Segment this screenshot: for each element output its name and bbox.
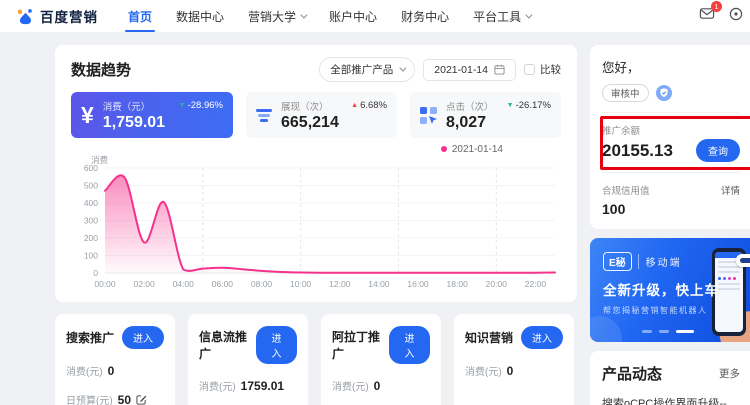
nav-item-data-center[interactable]: 数据中心 xyxy=(176,0,224,32)
svg-text:400: 400 xyxy=(84,198,98,208)
edit-budget-icon[interactable] xyxy=(136,394,147,405)
svg-text:14:00: 14:00 xyxy=(368,279,390,289)
nav-menu: 首页 数据中心 营销大学 账户中心 财务中心 平台工具 xyxy=(128,0,530,32)
promo-card-search: 搜索推广 进入 消费(元) 0 日预算(元) 50 xyxy=(55,314,175,405)
banner-title: 全新升级，快上车 xyxy=(603,279,719,299)
baidu-logo-icon xyxy=(16,7,35,26)
svg-text:04:00: 04:00 xyxy=(173,279,195,289)
notification-badge: 1 xyxy=(711,1,722,12)
account-card: 您好， 审核中 推广余额 20155.13 查询 合规信用 xyxy=(590,45,750,229)
divider xyxy=(602,112,740,113)
triangle-down-icon: ▼ xyxy=(507,102,514,109)
help-icon xyxy=(729,7,743,21)
triangle-down-icon: ▼ xyxy=(179,102,186,109)
svg-text:16:00: 16:00 xyxy=(407,279,429,289)
nav-item-account-center[interactable]: 账户中心 xyxy=(329,0,377,32)
svg-text:消费: 消费 xyxy=(91,155,109,165)
metric-card-impressions[interactable]: 展现（次） ▲ 6.68% 665,214 xyxy=(246,92,397,138)
nav-item-platform-tools[interactable]: 平台工具 xyxy=(473,0,530,32)
credit-details-link[interactable]: 详情 xyxy=(721,183,740,197)
delta-value: ▼ -26.17% xyxy=(507,100,551,111)
delta-value: ▲ 6.68% xyxy=(351,100,387,111)
legend-dot-icon xyxy=(441,146,447,152)
svg-text:500: 500 xyxy=(84,181,98,191)
banner-subtitle: 帮您揭秘营销智能机器人 xyxy=(603,305,719,316)
svg-text:10:00: 10:00 xyxy=(290,279,312,289)
compare-checkbox[interactable]: 比较 xyxy=(524,62,561,77)
impressions-bars-icon xyxy=(256,109,272,122)
nav-item-home[interactable]: 首页 xyxy=(128,0,152,32)
brand-logo[interactable]: 百度营销 xyxy=(16,6,98,26)
nav-item-finance-center[interactable]: 财务中心 xyxy=(401,0,449,32)
balance-value: 20155.13 xyxy=(602,141,673,161)
metric-card-clicks[interactable]: 点击（次） ▼ -26.17% 8,027 xyxy=(410,92,561,138)
yuan-icon: ¥ xyxy=(81,102,94,129)
news-item[interactable]: 搜索oCPC操作界面升级--全流量上线 搜索推广 2021.01.13 xyxy=(602,395,740,405)
promo-card-knowledge: 知识营销 进入 消费(元) 0 xyxy=(454,314,574,405)
enter-button[interactable]: 进入 xyxy=(122,326,164,349)
status-badge: 审核中 xyxy=(602,84,649,102)
product-news-card: 产品动态 更多 搜索oCPC操作界面升级--全流量上线 搜索推广 2021.01… xyxy=(590,351,750,405)
query-button[interactable]: 查询 xyxy=(696,139,740,162)
credit-value: 100 xyxy=(602,201,740,217)
banner-channel: 移动端 xyxy=(638,254,682,269)
svg-text:18:00: 18:00 xyxy=(447,279,469,289)
svg-text:00:00: 00:00 xyxy=(94,279,116,289)
news-title: 产品动态 xyxy=(602,363,662,384)
enter-button[interactable]: 进入 xyxy=(389,326,430,364)
nav-item-marketing-college[interactable]: 营销大学 xyxy=(248,0,305,32)
svg-text:20:00: 20:00 xyxy=(486,279,508,289)
messages-button[interactable]: 1 xyxy=(699,6,715,26)
balance-section: 推广余额 20155.13 查询 xyxy=(602,123,740,162)
chart-legend: 2021-01-14 xyxy=(71,143,561,155)
triangle-up-icon: ▲ xyxy=(351,102,358,109)
chevron-down-icon xyxy=(300,11,307,18)
svg-text:06:00: 06:00 xyxy=(212,279,234,289)
chevron-down-icon xyxy=(525,11,532,18)
svg-text:22:00: 22:00 xyxy=(525,279,547,289)
consumption-area-chart[interactable]: 010020030040050060000:0002:0004:0006:000… xyxy=(71,155,561,293)
shield-icon xyxy=(656,85,672,101)
enter-button[interactable]: 进入 xyxy=(521,326,563,349)
greeting-text: 您好， xyxy=(602,57,740,76)
svg-text:300: 300 xyxy=(84,216,98,226)
carousel-indicators[interactable] xyxy=(642,330,694,333)
svg-text:100: 100 xyxy=(84,251,98,261)
date-picker[interactable]: 2021-01-14 xyxy=(423,59,516,81)
calendar-icon xyxy=(494,64,505,75)
banner-tag: E秘 xyxy=(603,252,632,271)
product-filter-dropdown[interactable]: 全部推广产品 xyxy=(319,57,415,82)
trend-title: 数据趋势 xyxy=(71,59,131,80)
svg-text:08:00: 08:00 xyxy=(251,279,273,289)
news-more-link[interactable]: 更多 xyxy=(719,366,740,381)
svg-text:12:00: 12:00 xyxy=(329,279,351,289)
promo-cards-row: 搜索推广 进入 消费(元) 0 日预算(元) 50 xyxy=(55,314,577,405)
enter-button[interactable]: 进入 xyxy=(256,326,297,364)
delta-value: ▼ -28.96% xyxy=(179,100,223,111)
help-button[interactable] xyxy=(729,7,743,26)
credit-label: 合规信用值 xyxy=(602,183,650,197)
promo-card-aladdin: 阿拉丁推广 进入 消费(元) 0 xyxy=(321,314,441,405)
promo-card-feed: 信息流推广 进入 消费(元) 1759.01 日预算(元) 2400 xyxy=(188,314,308,405)
brand-name: 百度营销 xyxy=(40,6,98,26)
svg-text:200: 200 xyxy=(84,233,98,243)
balance-label: 推广余额 xyxy=(602,123,740,137)
clicks-cursor-icon xyxy=(420,107,437,124)
divider xyxy=(602,172,740,173)
chevron-down-icon xyxy=(400,65,407,72)
top-nav: 百度营销 首页 数据中心 营销大学 账户中心 财务中心 平台工具 1 xyxy=(0,0,750,33)
promo-banner[interactable]: E秘 移动端 全新升级，快上车 帮您揭秘营销智能机器人 xyxy=(590,238,750,342)
checkbox-icon xyxy=(524,64,535,75)
data-trend-card: 数据趋势 全部推广产品 2021-01-14 xyxy=(55,45,577,302)
svg-text:02:00: 02:00 xyxy=(133,279,155,289)
robot-illustration xyxy=(736,254,750,267)
svg-text:0: 0 xyxy=(93,268,98,278)
metric-card-consumption[interactable]: ¥ 消费（元） ▼ -28.96% 1,759.01 xyxy=(71,92,233,138)
